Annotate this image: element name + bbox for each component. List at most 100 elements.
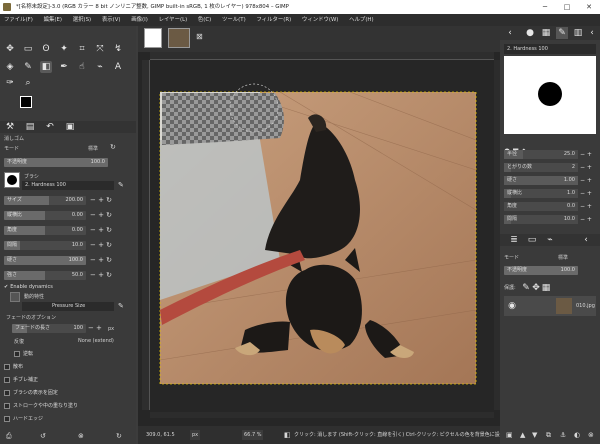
hard-edge-checkbox[interactable]: ハードエッジ	[4, 415, 43, 422]
brush-preview[interactable]	[4, 172, 20, 188]
foreground-color-swatch[interactable]	[20, 96, 32, 108]
reset-options-icon[interactable]: ↻	[116, 432, 122, 441]
brush-editor-stepper[interactable]: − +	[580, 215, 592, 224]
tool-slider-stepper[interactable]: − + ↻	[90, 241, 112, 250]
canvas[interactable]	[150, 60, 494, 416]
layers-mode-value[interactable]: 標準	[558, 254, 568, 261]
tool-slider[interactable]: 硬さ 100.0	[4, 256, 86, 265]
tool-slider-stepper[interactable]: − + ↻	[90, 211, 112, 220]
brush-editor-row[interactable]: とがりの数 2	[504, 163, 578, 172]
maximize-button[interactable]: □	[556, 0, 578, 14]
channels-tab-icon[interactable]: ▭	[526, 234, 538, 246]
tool-options-tab-icon[interactable]: ⚒	[4, 121, 16, 133]
rect-select-icon[interactable]: ▭	[22, 43, 34, 55]
tool-slider[interactable]: 縦横比 0.00	[4, 211, 86, 220]
fade-options-label[interactable]: フェードのオプション	[6, 314, 56, 321]
menu-windows[interactable]: ウィンドウ(W)	[302, 17, 339, 23]
menu-layer[interactable]: レイヤー(L)	[159, 17, 188, 23]
menu-tools[interactable]: ツール(T)	[222, 17, 246, 23]
brush-editor-row[interactable]: 角度 0.0	[504, 202, 578, 211]
edit-dynamics-icon[interactable]: ✎	[118, 302, 124, 311]
menu-help[interactable]: ヘルプ(H)	[349, 17, 373, 23]
unit-select[interactable]: px	[190, 430, 201, 440]
anchor-layer-icon[interactable]: ⚓	[560, 428, 566, 442]
layer-visibility-eye-icon[interactable]: ◉	[506, 300, 518, 312]
delete-layer-icon[interactable]: ⊗	[588, 428, 594, 442]
crop-icon[interactable]: ⌗	[76, 43, 88, 55]
tool-slider[interactable]: 間隔 10.0	[4, 241, 86, 250]
device-status-tab-icon[interactable]: ▤	[24, 121, 36, 133]
menu-edit[interactable]: 編集(E)	[44, 17, 62, 23]
warp-icon[interactable]: ↯	[112, 43, 124, 55]
menu-image[interactable]: 画像(I)	[131, 17, 148, 23]
brush-editor-stepper[interactable]: − +	[580, 189, 592, 198]
lock-brush-checkbox[interactable]: ブラシの表示を固定	[4, 389, 58, 396]
layers-configure-icon[interactable]: ‹	[580, 234, 592, 246]
fade-plus-icon[interactable]: +	[96, 324, 102, 333]
stroke-overlap-checkbox[interactable]: ストロークや中の重なり塗り	[4, 402, 78, 409]
layer-opacity-slider[interactable]: 不透明度 100.0	[504, 266, 578, 275]
mask-layer-icon[interactable]: ◐	[574, 428, 580, 442]
menu-select[interactable]: 選択(S)	[73, 17, 91, 23]
brush-shape-selector[interactable]: ● ■ ◆	[504, 138, 596, 155]
transform-icon[interactable]: ⤧	[94, 43, 106, 55]
brushes-tab-icon[interactable]: ●	[524, 27, 536, 39]
brush-editor-row[interactable]: 縦横比 1.0	[504, 189, 578, 198]
layer-row[interactable]: ◉ 010.jpg	[504, 296, 596, 316]
patterns-tab-icon[interactable]: ▦	[540, 27, 552, 39]
delete-options-icon[interactable]: ⊗	[78, 432, 84, 441]
tool-slider[interactable]: 角度 0.00	[4, 226, 86, 235]
path-icon[interactable]: ⌁	[94, 61, 106, 73]
zoom-icon[interactable]: ⌕	[22, 77, 34, 89]
brush-editor-row[interactable]: 間隔 10.0	[504, 215, 578, 224]
mode-value[interactable]: 標準	[88, 145, 98, 152]
color-picker-icon[interactable]: ✑	[4, 77, 16, 89]
brush-editor-stepper[interactable]: − +	[580, 163, 592, 172]
fuzzy-select-icon[interactable]: ✦	[58, 43, 70, 55]
eraser-icon[interactable]: ◧	[40, 61, 52, 73]
horizontal-scrollbar[interactable]	[150, 412, 494, 418]
duplicate-layer-icon[interactable]: ⧉	[546, 428, 551, 442]
airbrush-icon[interactable]: ✒	[58, 61, 70, 73]
restore-options-icon[interactable]: ↺	[40, 432, 46, 441]
text-tool-icon[interactable]: A	[112, 61, 124, 73]
undo-history-tab-icon[interactable]: ↶	[44, 121, 56, 133]
repeat-value[interactable]: None (extend)	[78, 338, 114, 344]
lock-alpha-icon[interactable]: ▦	[540, 282, 552, 294]
opacity-slider[interactable]: 不透明度 100.0	[4, 158, 108, 167]
gradients-tab-icon[interactable]: ▥	[572, 27, 584, 39]
new-layer-icon[interactable]: ▣	[506, 428, 513, 442]
layer-up-icon[interactable]: ▲	[520, 428, 525, 442]
paths-tab-icon[interactable]: ⌁	[544, 234, 556, 246]
dynamics-value[interactable]: Pressure Size	[22, 302, 114, 311]
minimize-button[interactable]: ─	[534, 0, 556, 14]
menu-filters[interactable]: フィルター(R)	[256, 17, 291, 23]
fade-unit[interactable]: px	[108, 326, 114, 332]
tool-slider[interactable]: 強さ 50.0	[4, 271, 86, 280]
brush-editor-stepper[interactable]: − +	[580, 150, 592, 159]
scatter-checkbox[interactable]: 散布	[4, 363, 23, 370]
dock-menu-icon[interactable]: ‹	[504, 27, 516, 39]
menu-file[interactable]: ファイル(F)	[4, 17, 33, 23]
paintbrush-icon[interactable]: ✎	[22, 61, 34, 73]
brush-name[interactable]: 2. Hardness 100	[22, 181, 114, 190]
layers-tab-icon[interactable]: ≣	[508, 234, 520, 246]
brush-editor-stepper[interactable]: − +	[580, 176, 592, 185]
mode-reset-icon[interactable]: ↻	[110, 143, 116, 152]
bucket-fill-icon[interactable]: ◈	[4, 61, 16, 73]
fade-minus-icon[interactable]: −	[88, 324, 94, 333]
lasso-icon[interactable]: ʘ	[40, 43, 52, 55]
brush-editor-row[interactable]: 硬さ 1.00	[504, 176, 578, 185]
move-tool-icon[interactable]: ✥	[4, 43, 16, 55]
tool-slider-stepper[interactable]: − + ↻	[90, 256, 112, 265]
menu-view[interactable]: 表示(V)	[102, 17, 121, 23]
layer-down-icon[interactable]: ▼	[532, 428, 537, 442]
brush-editor-name[interactable]: 2. Hardness 100	[504, 44, 596, 54]
enable-dynamics-checkbox[interactable]: ✔ Enable dynamics	[4, 284, 53, 290]
image-tab-dog[interactable]	[168, 28, 190, 48]
save-options-icon[interactable]: ⎙	[6, 432, 12, 441]
brush-editor-tab-icon[interactable]: ✎	[556, 27, 568, 39]
tool-slider-stepper[interactable]: − + ↻	[90, 196, 112, 205]
fade-length-slider[interactable]: フェードの長さ 100	[12, 324, 86, 333]
dynamics-icon[interactable]	[10, 292, 20, 302]
